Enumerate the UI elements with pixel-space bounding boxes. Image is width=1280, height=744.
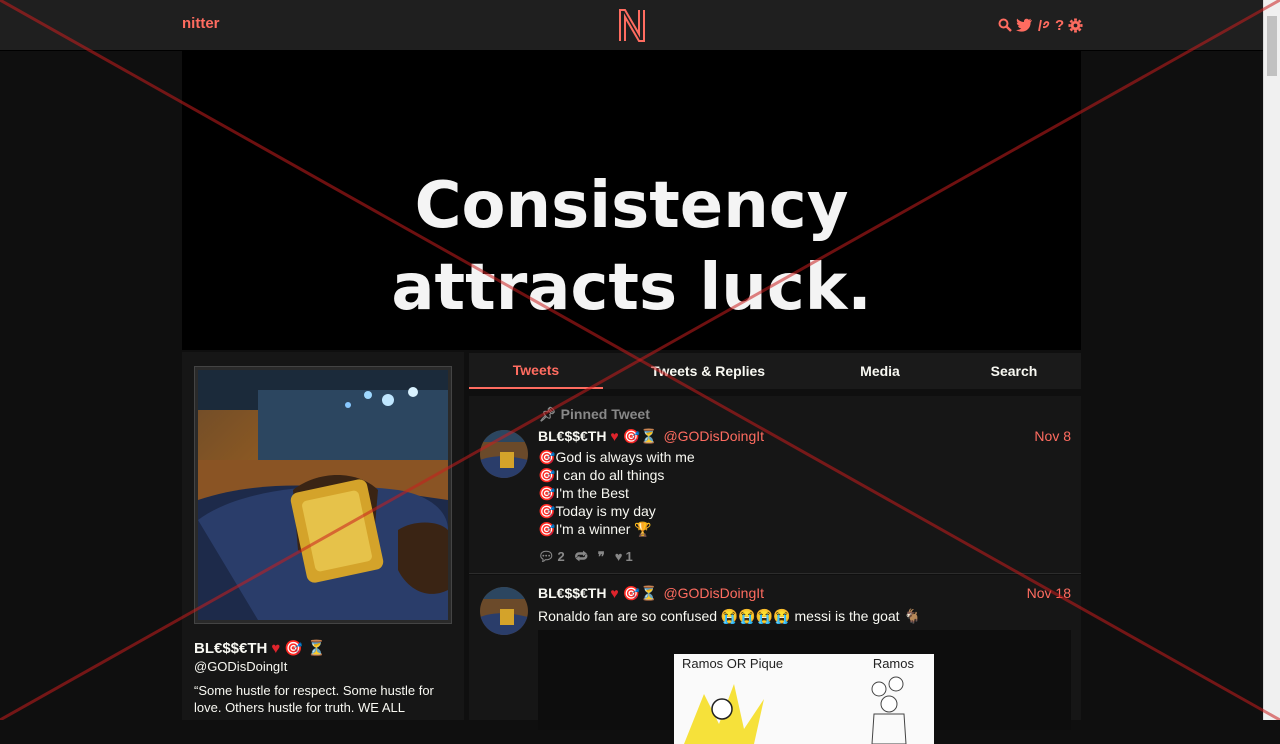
target-emoji-icon: 🎯	[538, 503, 556, 519]
tab-tweets[interactable]: Tweets	[469, 353, 603, 389]
banner-text-line-1: Consistency	[414, 169, 849, 243]
nitter-logo-icon[interactable]	[617, 7, 647, 43]
tweet-date[interactable]: Nov 18	[1027, 585, 1071, 601]
hourglass-emoji-icon: ⏳	[306, 640, 326, 657]
target-emoji-icon: 🎯	[538, 449, 556, 465]
tab-tweets-and-replies[interactable]: Tweets & Replies	[603, 353, 813, 389]
timeline-item[interactable]: 📌︎ Pinned Tweet BL€$$€TH ♥ 🎯⏳ @GODisDoing…	[469, 396, 1081, 574]
tweet-avatar[interactable]	[480, 430, 528, 478]
heart-icon: ♥	[614, 549, 623, 564]
nitter-home-link[interactable]: nitter	[182, 15, 220, 32]
media-image[interactable]: Ramos OR Pique Ramos	[674, 654, 934, 744]
quote-icon[interactable]: ❞	[598, 549, 605, 565]
profile-banner[interactable]: Consistency attracts luck.	[182, 51, 1081, 350]
tweet-handle[interactable]: @GODisDoingIt	[663, 585, 764, 601]
heart-emoji-icon: ♥	[610, 428, 619, 444]
tweet-author[interactable]: BL€$$€TH ♥ 🎯⏳ @GODisDoingIt	[538, 428, 764, 445]
page-scrollbar[interactable]	[1263, 0, 1280, 720]
target-emoji-icon: 🎯	[622, 585, 640, 601]
target-emoji-icon: 🎯	[538, 485, 556, 501]
profile-bio: “Some hustle for respect. Some hustle fo…	[194, 683, 434, 715]
tweet-line: 🎯Today is my day	[538, 503, 656, 519]
tweet-handle[interactable]: @GODisDoingIt	[663, 428, 764, 444]
pin-icon: 📌︎	[539, 406, 561, 422]
tweet-line: 🎯I'm the Best	[538, 485, 629, 501]
target-emoji-icon: 🎯	[622, 428, 640, 444]
timeline-item[interactable]: BL€$$€TH ♥ 🎯⏳ @GODisDoingIt Nov 18 Ronald…	[469, 575, 1081, 744]
target-emoji-icon: 🎯	[538, 521, 556, 537]
pinned-tweet-label: 📌︎ Pinned Tweet	[539, 406, 650, 422]
tweet-content: Ronaldo fan are so confused 😭😭😭😭 messi i…	[538, 608, 921, 624]
tweet-line: 🎯God is always with me	[538, 449, 695, 465]
twitter-bird-icon[interactable]	[1016, 18, 1033, 32]
tab-search[interactable]: Search	[947, 353, 1081, 389]
avatar-photo	[198, 370, 448, 620]
trophy-emoji-icon: 🏆	[634, 521, 652, 537]
help-icon[interactable]: ?	[1055, 17, 1064, 34]
profile-display-name[interactable]: BL€$$€TH ♥ 🎯 ⏳	[194, 639, 326, 657]
tweet-stats: 💬︎ 2 🔁︎ ❞ ♥ 1	[538, 547, 633, 566]
heart-emoji-icon: ♥	[610, 585, 619, 601]
heart-emoji-icon: ♥	[271, 640, 281, 657]
meme-drawing	[684, 676, 907, 744]
scrollbar-thumb[interactable]	[1267, 16, 1277, 76]
profile-handle[interactable]: @GODisDoingIt	[194, 659, 287, 674]
tweet-media[interactable]: Ramos OR Pique Ramos	[538, 630, 1071, 744]
tweet-author[interactable]: BL€$$€TH ♥ 🎯⏳ @GODisDoingIt	[538, 585, 764, 602]
comment-icon: 💬︎	[538, 548, 555, 564]
hourglass-emoji-icon: ⏳	[640, 585, 658, 601]
gear-icon[interactable]	[1068, 17, 1083, 33]
banner-text-line-2: attracts luck.	[391, 251, 872, 325]
target-emoji-icon: 🎯	[284, 640, 303, 657]
tweet-date[interactable]: Nov 8	[1034, 428, 1071, 444]
rss-icon[interactable]	[1037, 18, 1051, 32]
tab-media[interactable]: Media	[813, 353, 947, 389]
profile-card: BL€$$€TH ♥ 🎯 ⏳ @GODisDoingIt “Some hustle f…	[182, 352, 464, 720]
navbar: nitter ?	[0, 0, 1264, 51]
hourglass-emoji-icon: ⏳	[640, 428, 658, 444]
profile-avatar[interactable]	[194, 366, 452, 624]
tweet-avatar[interactable]	[480, 587, 528, 635]
search-icon[interactable]	[998, 18, 1012, 32]
target-emoji-icon: 🎯	[538, 467, 556, 483]
tweet-line: 🎯I can do all things	[538, 467, 665, 483]
reply-stat[interactable]: 💬︎ 2	[538, 549, 565, 565]
tweet-line: 🎯I'm a winner 🏆	[538, 521, 652, 537]
tweet-content: 🎯God is always with me 🎯I can do all thi…	[538, 448, 695, 538]
timeline-tabs: Tweets Tweets & Replies Media Search	[469, 353, 1081, 389]
nav-icons: ?	[998, 15, 1083, 35]
retweet-icon[interactable]: 🔁︎	[575, 547, 588, 566]
like-stat[interactable]: ♥ 1	[615, 549, 633, 564]
